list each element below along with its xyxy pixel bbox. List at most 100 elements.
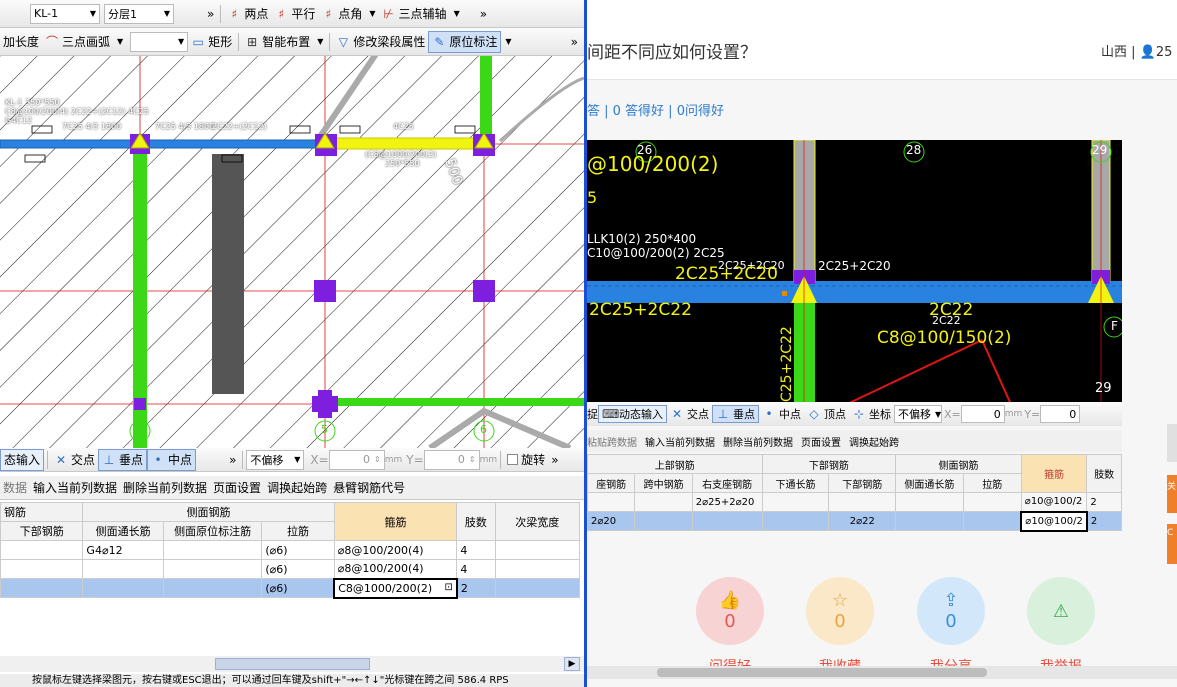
in-situ-annotation-button[interactable]: ✎ 原位标注 [428,30,502,53]
coord-button[interactable]: ⊹ 坐标 [849,403,894,425]
column-header[interactable]: 右支座钢筋 [691,473,763,493]
asker-stats[interactable]: 答 | 0 答得好 | 0问得好 [587,100,724,119]
column-header[interactable]: 下通长筋 [761,473,830,493]
column-header[interactable]: 下部钢筋 [0,521,84,541]
beam-green-horizontal[interactable] [325,398,584,406]
table-cell[interactable] [0,559,84,579]
table-cell[interactable]: 2 [456,578,496,598]
action-page-setup[interactable]: 页面设置 [210,477,264,499]
table-cell[interactable] [691,511,763,531]
table-cell[interactable] [895,492,964,512]
table-cell[interactable] [634,492,693,512]
midpoint-button[interactable]: • 中点 [147,448,197,471]
column-header-stirrup[interactable]: 箍筋 [333,502,458,541]
column-header[interactable]: 下部钢筋 [828,473,897,493]
more-snap-button[interactable]: » [226,449,239,471]
table-cell[interactable] [587,492,636,512]
table-cell[interactable]: ⌀10@100/2 [1020,492,1088,512]
action-swap-span[interactable]: 调换起始跨 [264,477,330,499]
rotate-checkbox[interactable]: 旋转 [504,449,548,471]
table-cell[interactable]: (⌀6) [261,578,335,598]
column-header-stirrup[interactable]: 箍筋 [1020,454,1088,493]
action-page-setup-2[interactable]: 页面设置 [801,434,841,449]
beam-yellow-selected[interactable] [324,137,486,150]
column-header[interactable]: 跨中钢筋 [634,473,693,493]
column-header[interactable]: 拉筋 [962,473,1022,493]
table-cell[interactable] [962,511,1022,531]
table-cell[interactable] [162,578,263,598]
intersection-button[interactable]: ✕ 交点 [51,449,98,471]
side-tab[interactable]: C [1167,524,1177,564]
chevron-down-icon[interactable]: ▼ [505,37,511,46]
page-scrollbar-thumb[interactable] [657,668,987,677]
table-cell[interactable] [0,540,84,560]
two-point-button[interactable]: ♯ 两点 [224,3,271,25]
offset-select[interactable]: 不偏移 ▼ [246,449,305,470]
column[interactable] [473,280,495,302]
table-cell[interactable]: 4 [456,559,496,579]
midpoint-button-2[interactable]: • 中点 [759,403,804,425]
length-button[interactable]: 加长度 [0,31,42,53]
table-cell[interactable] [82,559,164,579]
intersection-button-2[interactable]: ✕ 交点 [667,403,712,425]
table-cell[interactable] [494,578,581,598]
report-action[interactable]: ⚠ [1027,577,1095,645]
table-cell[interactable] [634,511,693,531]
action-data[interactable]: 数据 [0,477,30,499]
table-cell[interactable] [761,492,830,512]
page-scrollbar[interactable] [587,666,1177,679]
perp-button[interactable]: ⊥ 垂点 [98,448,148,471]
table-cell[interactable]: (⌀6) [261,559,335,579]
table-cell[interactable] [494,540,581,560]
table-cell[interactable] [82,578,164,598]
side-tab[interactable]: 关 [1167,475,1177,513]
action-swap-span-2[interactable]: 调换起始跨 [849,434,899,449]
table-cell[interactable] [962,492,1022,512]
more-snap-button-2[interactable]: » [548,449,561,471]
arc-button[interactable]: ⌒ 三点画弧 ▼ [42,31,126,53]
table-row[interactable]: (⌀6) ⌀8@100/200(4) 4 [0,559,581,579]
dynamic-input-button[interactable]: 态输入 [0,448,45,471]
x-input[interactable]: 0 ⇕ [328,449,385,470]
table-row-selected[interactable]: (⌀6) C8@1000/200(2) ⊡ 2 [0,577,581,599]
table-cell[interactable] [761,511,830,531]
smart-layout-button[interactable]: ⊞ 智能布置 ▼ [242,31,326,53]
modify-props-button[interactable]: ▽ 修改梁段属性 [333,31,428,53]
layer-select[interactable]: 分层1 ▼ [104,3,174,24]
table-cell[interactable] [162,559,263,579]
favorite-action[interactable]: ☆ 0 [806,577,874,645]
action-paste-span[interactable]: 粘贴跨数据 [587,434,637,449]
column-header[interactable]: 拉筋 [261,521,335,541]
table-cell[interactable] [162,540,263,560]
rect-button[interactable]: ▭ 矩形 [188,31,235,53]
cad-drawing-canvas[interactable]: KL-1 350*550 C8@100/200(4) 2C22+(2C12) 4… [0,56,584,448]
vertex-button[interactable]: ◇ 顶点 [804,403,849,425]
column[interactable] [314,280,336,302]
action-input-column[interactable]: 输入当前列数据 [30,477,120,499]
table-cell[interactable] [0,578,84,598]
perp-button-2[interactable]: ⊥ 垂点 [712,405,759,423]
table-cell[interactable]: 2⌀20 [587,511,636,531]
table-row[interactable]: G4⌀12 (⌀6) ⌀8@100/200(4) 4 [0,540,581,560]
table-cell[interactable]: 2 [1086,511,1122,531]
table-cell[interactable]: 2 [1086,492,1122,512]
more-toolbar-button-3[interactable]: » [568,31,581,53]
point-angle-button[interactable]: ♯ 点角 ▼ [318,3,378,25]
y-input[interactable]: 0 ⇕ [423,449,480,470]
stirrup-cell-editing[interactable]: ⌀10@100/2 [1020,510,1088,532]
stirrup-cell-editing[interactable]: C8@1000/200(2) ⊡ [333,577,458,599]
share-action[interactable]: ⇪ 0 [917,577,985,645]
action-cantilever-code[interactable]: 悬臂钢筋代号 [330,477,408,499]
table-cell[interactable] [895,511,964,531]
side-tab-grey[interactable] [1167,424,1177,462]
beam-select[interactable]: KL-1 ▼ [30,3,100,24]
column-header[interactable]: 侧面通长筋 [895,473,964,493]
parallel-button[interactable]: ♯ 平行 [271,3,318,25]
scrollbar-thumb[interactable] [215,658,370,670]
column[interactable] [318,390,332,418]
table-cell[interactable]: G4⌀12 [82,540,164,560]
like-action[interactable]: 👍 0 [696,577,764,645]
table-cell[interactable]: 2⌀22 [828,511,897,531]
action-input-column-2[interactable]: 输入当前列数据 [645,434,715,449]
action-delete-column-2[interactable]: 删除当前列数据 [723,434,793,449]
